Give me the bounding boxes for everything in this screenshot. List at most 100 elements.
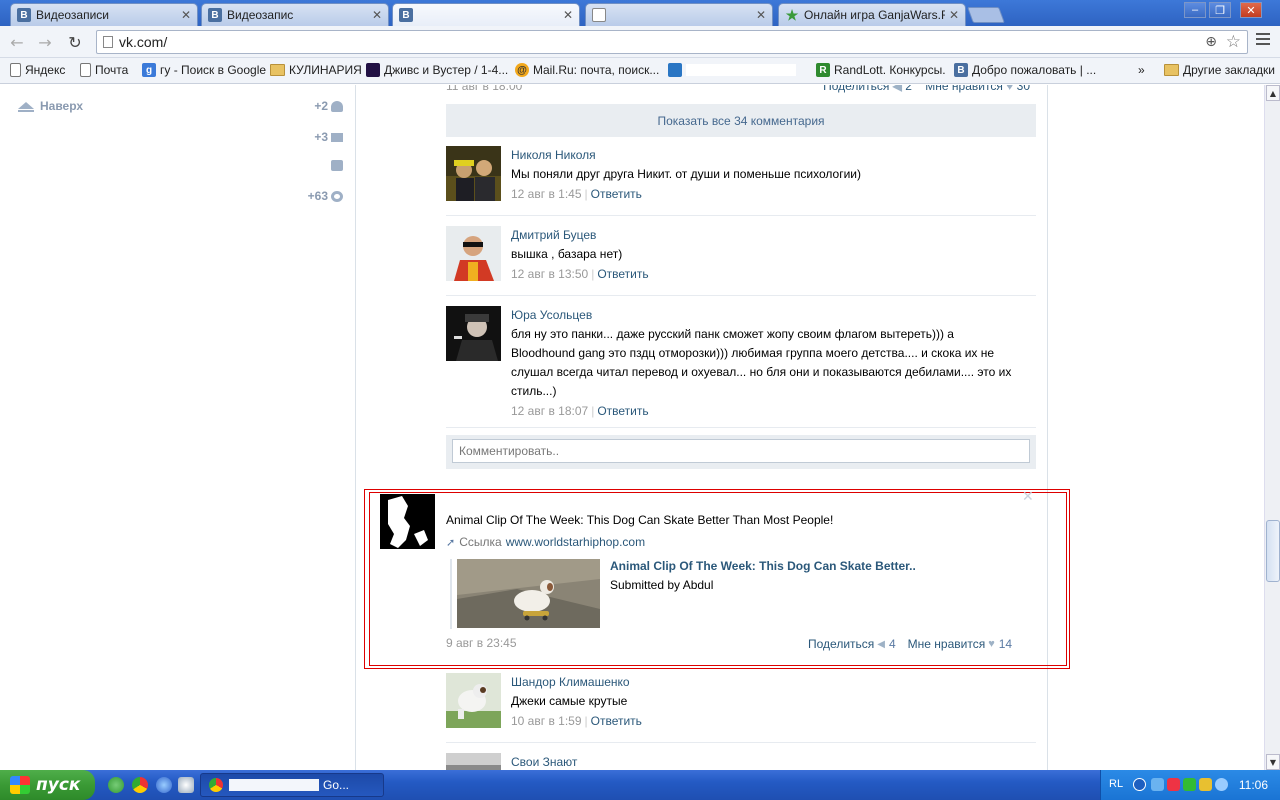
back-to-top-link[interactable]: Наверх <box>18 99 83 113</box>
quicklaunch-icon[interactable] <box>108 777 124 793</box>
browser-tab-4[interactable]: ✕ <box>585 3 773 26</box>
tray-back-icon[interactable] <box>1133 778 1146 791</box>
tab-close-icon[interactable]: ✕ <box>756 8 766 22</box>
post-author-avatar[interactable] <box>380 494 435 549</box>
bookmark-shop[interactable] <box>668 63 796 77</box>
messages-counter[interactable]: +3 <box>314 130 343 144</box>
avatar[interactable] <box>446 146 501 201</box>
avatar[interactable] <box>446 306 501 361</box>
attachment-title-link[interactable]: Animal Clip Of The Week: This Dog Can Sk… <box>610 559 916 573</box>
browser-tab-3-active[interactable]: B ✕ <box>392 3 580 26</box>
person-icon <box>331 100 343 112</box>
comment-author[interactable]: Свои Знают <box>511 753 1032 770</box>
bookmark-pochta[interactable]: Почта <box>80 63 128 77</box>
link-domain[interactable]: www.worldstarhiphop.com <box>506 535 645 549</box>
address-url[interactable]: vk.com/ <box>119 34 167 50</box>
scroll-up-arrow-icon[interactable]: ▲ <box>1266 85 1280 101</box>
tray-app-icon[interactable] <box>1151 778 1164 791</box>
envelope-icon <box>331 132 343 142</box>
start-button[interactable]: пуск <box>0 770 95 800</box>
comment-author[interactable]: Шандор Климашенко <box>511 673 1032 692</box>
scroll-down-arrow-icon[interactable]: ▼ <box>1266 754 1280 770</box>
tab-close-icon[interactable]: ✕ <box>563 8 573 22</box>
vk-favicon-icon: B <box>17 8 31 22</box>
redacted-block <box>686 64 796 76</box>
bookmark-other-folder[interactable]: Другие закладки <box>1164 63 1275 77</box>
new-tab-button[interactable] <box>967 7 1005 23</box>
bookmark-folder-kulinaria[interactable]: КУЛИНАРИЯ <box>270 63 362 77</box>
bookmarks-overflow-chevron-icon[interactable]: » <box>1138 63 1145 77</box>
show-desktop-icon[interactable] <box>178 777 194 793</box>
avatar[interactable] <box>446 753 501 770</box>
tab-close-icon[interactable]: ✕ <box>372 8 382 22</box>
tray-volume-icon[interactable] <box>1215 778 1228 791</box>
share-link[interactable]: Поделиться <box>808 637 874 651</box>
tray-app-icon[interactable] <box>1183 778 1196 791</box>
left-sidebar: Наверх +2 +3 +63 <box>0 85 356 770</box>
reply-link[interactable]: Ответить <box>597 267 648 281</box>
ie-icon[interactable] <box>156 777 172 793</box>
reply-link[interactable]: Ответить <box>597 404 648 418</box>
post-date: 11 авг в 18:00 <box>446 85 523 93</box>
link-arrow-icon: ➚ <box>446 536 456 549</box>
like-count: 14 <box>998 637 1013 651</box>
bookmark-mailru[interactable]: @ Mail.Ru: почта, поиск... <box>515 63 659 77</box>
page-scrollbar[interactable]: ▲ ▼ <box>1264 85 1280 770</box>
like-link[interactable]: Мне нравится <box>925 85 1003 93</box>
page-icon <box>80 63 91 77</box>
back-arrow-icon[interactable]: ← <box>6 32 28 52</box>
bookmark-star-icon[interactable]: ☆ <box>1226 32 1241 52</box>
browser-tab-5[interactable]: ★ Онлайн игра GanjaWars.Ru ✕ <box>778 3 966 26</box>
chrome-icon[interactable] <box>132 777 148 793</box>
browser-tab-2[interactable]: B Видеозапис ✕ <box>201 3 389 26</box>
comment-input[interactable]: Комментировать.. <box>452 439 1030 463</box>
window-close-button[interactable]: ✕ <box>1240 2 1262 18</box>
like-link[interactable]: Мне нравится <box>908 637 986 651</box>
bookmark-yandex[interactable]: Яндекс <box>10 63 65 77</box>
post-close-icon[interactable]: ✕ <box>1022 489 1034 505</box>
folder-icon <box>1164 64 1179 76</box>
scrollbar-thumb[interactable] <box>1266 520 1280 582</box>
redacted-block <box>229 779 319 791</box>
bookmark-randlott[interactable]: R RandLott. Конкурсы. <box>816 63 946 77</box>
reply-link[interactable]: Ответить <box>591 714 642 728</box>
post-date[interactable]: 9 авг в 23:45 <box>446 636 517 650</box>
avatar[interactable] <box>446 226 501 281</box>
avatar[interactable] <box>446 673 501 728</box>
bookmark-google-search[interactable]: g гу - Поиск в Google <box>142 63 266 77</box>
friends-counter[interactable]: +2 <box>314 99 343 113</box>
tray-app-icon[interactable] <box>1167 778 1180 791</box>
page-icon <box>10 63 21 77</box>
browser-tab-1[interactable]: B Видеозаписи ✕ <box>10 3 198 26</box>
comment-author[interactable]: Дмитрий Буцев <box>511 226 1032 245</box>
bookmark-jeeves-wooster[interactable]: Дживс и Вустер / 1-4... <box>366 63 508 77</box>
show-all-comments-button[interactable]: Показать все 34 комментария <box>446 104 1036 137</box>
share-link[interactable]: Поделиться <box>823 85 889 93</box>
window-restore-button[interactable]: ❐ <box>1209 2 1231 18</box>
comment-item: Дмитрий Буцев вышка , базара нет) 12 авг… <box>446 226 1036 296</box>
comment-text: вышка , базара нет) <box>511 247 623 261</box>
star-favicon-icon: ★ <box>785 6 799 23</box>
post-text: Animal Clip Of The Week: This Dog Can Sk… <box>446 513 834 527</box>
window-minimize-button[interactable]: ‒ <box>1184 2 1206 18</box>
comment-author[interactable]: Николя Николя <box>511 146 1032 165</box>
bookmark-welcome[interactable]: B Добро пожаловать | ... <box>954 63 1096 77</box>
tab-close-icon[interactable]: ✕ <box>949 8 959 22</box>
zoom-icon[interactable]: ⊕ <box>1205 34 1217 50</box>
reply-link[interactable]: Ответить <box>591 187 642 201</box>
clock[interactable]: 11:06 <box>1239 778 1268 792</box>
comment-author[interactable]: Юра Усольцев <box>511 306 1032 325</box>
chrome-menu-icon[interactable] <box>1256 33 1270 45</box>
attachment-thumbnail[interactable] <box>457 559 600 628</box>
comments-counter[interactable] <box>328 160 343 171</box>
address-bar[interactable]: vk.com/ ⊕ ☆ <box>96 30 1248 54</box>
tab-close-icon[interactable]: ✕ <box>181 8 191 22</box>
reload-icon[interactable]: ↻ <box>64 32 86 52</box>
chat-bubble-icon <box>331 160 343 171</box>
notifications-counter[interactable]: +63 <box>308 189 343 203</box>
forward-arrow-icon[interactable]: → <box>34 32 56 52</box>
language-indicator[interactable]: RL <box>1109 778 1123 790</box>
tray-network-icon[interactable] <box>1199 778 1212 791</box>
like-count: 30 <box>1016 85 1030 93</box>
taskbar-chrome-window[interactable]: Go... <box>200 773 384 797</box>
